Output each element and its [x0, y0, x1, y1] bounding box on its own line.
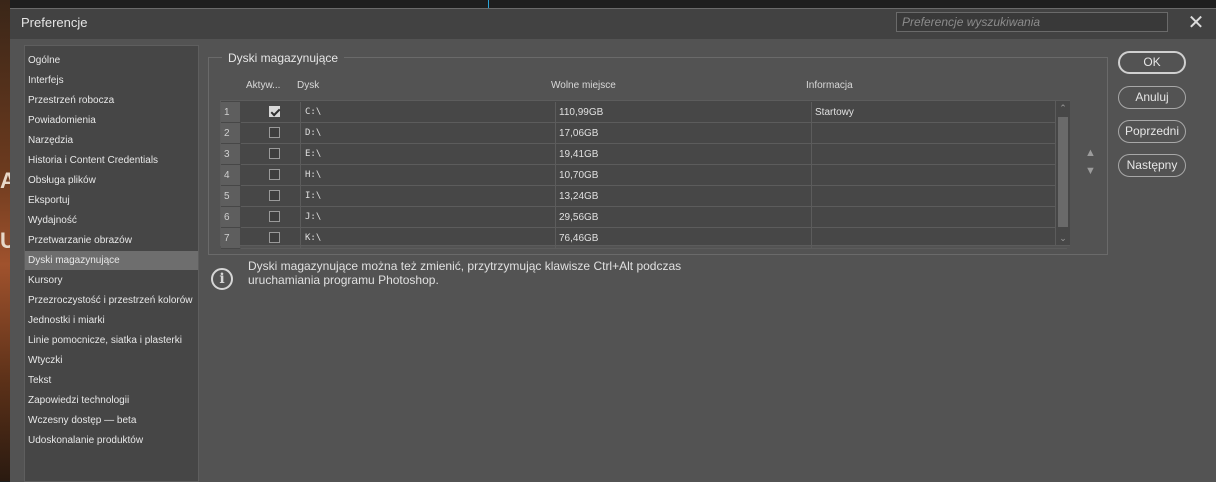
disk-info	[812, 123, 1067, 144]
active-cell	[241, 207, 301, 228]
disk-name: C:\	[301, 102, 556, 123]
disk-info	[812, 165, 1067, 186]
disk-name: J:\	[301, 207, 556, 228]
row-number: 2	[221, 123, 240, 144]
info-icon: i	[211, 268, 233, 290]
scratch-disks-table: 1 C:\ 110,99GB Startowy 2 D:\ 17,06GB 3 E:\ 19,41…	[220, 100, 1070, 249]
table-row[interactable]: 7 K:\ 76,46GB	[221, 228, 1069, 249]
active-checkbox[interactable]	[269, 148, 280, 159]
column-header-disk[interactable]: Dysk	[297, 80, 319, 91]
sidebar-item[interactable]: Zapowiedzi technologii	[25, 391, 198, 410]
table-row[interactable]: 6 J:\ 29,56GB	[221, 207, 1069, 228]
dialog-title: Preferencje	[21, 15, 88, 30]
table-row[interactable]: 5 I:\ 13,24GB	[221, 186, 1069, 207]
sidebar-item[interactable]: Narzędzia	[25, 131, 198, 150]
sidebar-item[interactable]: Eksportuj	[25, 191, 198, 210]
active-cell	[241, 165, 301, 186]
info-note-line: uruchamiania programu Photoshop.	[248, 273, 439, 287]
ok-button[interactable]: OK	[1118, 51, 1186, 74]
background-app-strip: A U	[0, 0, 10, 481]
row-number: 4	[221, 165, 240, 186]
sidebar-item[interactable]: Obsługa plików	[25, 171, 198, 190]
table-row[interactable]: 3 E:\ 19,41GB	[221, 144, 1069, 165]
active-checkbox[interactable]	[269, 190, 280, 201]
move-up-icon[interactable]: ▲	[1085, 147, 1096, 159]
active-cell	[241, 228, 301, 249]
sidebar-item[interactable]: Jednostki i miarki	[25, 311, 198, 330]
info-note-line: Dyski magazynujące można też zmienić, pr…	[248, 259, 682, 273]
sidebar-item[interactable]: Powiadomienia	[25, 111, 198, 130]
disk-info: Startowy	[812, 102, 1067, 123]
row-number: 3	[221, 144, 240, 165]
background-guide-line	[488, 0, 489, 8]
sidebar-item[interactable]: Historia i Content Credentials	[25, 151, 198, 170]
sidebar-item[interactable]: Linie pomocnicze, siatka i plasterki	[25, 331, 198, 350]
disk-info	[812, 144, 1067, 165]
column-header-active[interactable]: Aktyw...	[246, 80, 280, 91]
free-space: 10,70GB	[556, 165, 812, 186]
sidebar-item[interactable]: Kursory	[25, 271, 198, 290]
table-row[interactable]: 4 H:\ 10,70GB	[221, 165, 1069, 186]
sidebar-item[interactable]: Przetwarzanie obrazów	[25, 231, 198, 250]
column-header-info[interactable]: Informacja	[806, 80, 853, 91]
preferences-dialog: Preferencje ✕ OgólneInterfejsPrzestrzeń …	[10, 8, 1216, 482]
active-checkbox[interactable]	[269, 169, 280, 180]
sidebar-item[interactable]: Tekst	[25, 371, 198, 390]
table-row[interactable]: 2 D:\ 17,06GB	[221, 123, 1069, 144]
sidebar-item[interactable]: Wydajność	[25, 211, 198, 230]
sidebar-item[interactable]: Wczesny dostęp — beta	[25, 411, 198, 430]
free-space: 29,56GB	[556, 207, 812, 228]
free-space: 76,46GB	[556, 228, 812, 249]
move-down-icon[interactable]: ▼	[1085, 165, 1096, 177]
active-cell	[241, 144, 301, 165]
info-note: Dyski magazynujące można też zmienić, pr…	[248, 259, 718, 287]
scroll-down-icon[interactable]: ⌄	[1058, 233, 1068, 243]
background-glyph: A	[0, 168, 10, 193]
title-bar: Preferencje ✕	[10, 9, 1216, 39]
row-number: 1	[221, 102, 240, 123]
sidebar-item[interactable]: Przezroczystość i przestrzeń kolorów	[25, 291, 198, 310]
free-space: 19,41GB	[556, 144, 812, 165]
column-header-free-space[interactable]: Wolne miejsce	[551, 80, 616, 91]
active-cell	[241, 123, 301, 144]
row-number: 7	[221, 228, 240, 249]
sidebar-item[interactable]: Dyski magazynujące	[25, 251, 198, 270]
free-space: 13,24GB	[556, 186, 812, 207]
sidebar-item[interactable]: Ogólne	[25, 51, 198, 70]
active-checkbox[interactable]	[269, 211, 280, 222]
disk-name: I:\	[301, 186, 556, 207]
preferences-search-input[interactable]	[896, 12, 1168, 32]
sidebar-item[interactable]: Wtyczki	[25, 351, 198, 370]
cancel-button[interactable]: Anuluj	[1118, 86, 1186, 109]
disk-name: D:\	[301, 123, 556, 144]
disk-info	[812, 228, 1067, 249]
previous-button[interactable]: Poprzedni	[1118, 120, 1186, 143]
sidebar-item[interactable]: Interfejs	[25, 71, 198, 90]
table-row[interactable]: 1 C:\ 110,99GB Startowy	[221, 102, 1069, 123]
scratch-disks-group-title: Dyski magazynujące	[222, 51, 345, 65]
disk-info	[812, 186, 1067, 207]
disk-name: H:\	[301, 165, 556, 186]
disk-name: E:\	[301, 144, 556, 165]
table-scrollbar[interactable]: ⌃ ⌄	[1055, 101, 1070, 245]
active-checkbox[interactable]	[269, 127, 280, 138]
sidebar-item[interactable]: Przestrzeń robocza	[25, 91, 198, 110]
scroll-thumb[interactable]	[1058, 117, 1068, 227]
active-cell	[241, 186, 301, 207]
active-checkbox[interactable]	[269, 106, 280, 117]
preferences-sidebar: Ogólne Interfejs Przestrzeń robocza Powiado…	[24, 45, 199, 482]
row-number: 5	[221, 186, 240, 207]
scroll-up-icon[interactable]: ⌃	[1058, 103, 1068, 113]
close-icon[interactable]: ✕	[1185, 12, 1207, 34]
active-cell	[241, 102, 301, 123]
next-button[interactable]: Następny	[1118, 154, 1186, 177]
disk-name: K:\	[301, 228, 556, 249]
free-space: 17,06GB	[556, 123, 812, 144]
row-number: 6	[221, 207, 240, 228]
sidebar-item[interactable]: Udoskonalanie produktów	[25, 431, 198, 450]
active-checkbox[interactable]	[269, 232, 280, 243]
disk-info	[812, 207, 1067, 228]
free-space: 110,99GB	[556, 102, 812, 123]
background-glyph: U	[0, 228, 10, 253]
